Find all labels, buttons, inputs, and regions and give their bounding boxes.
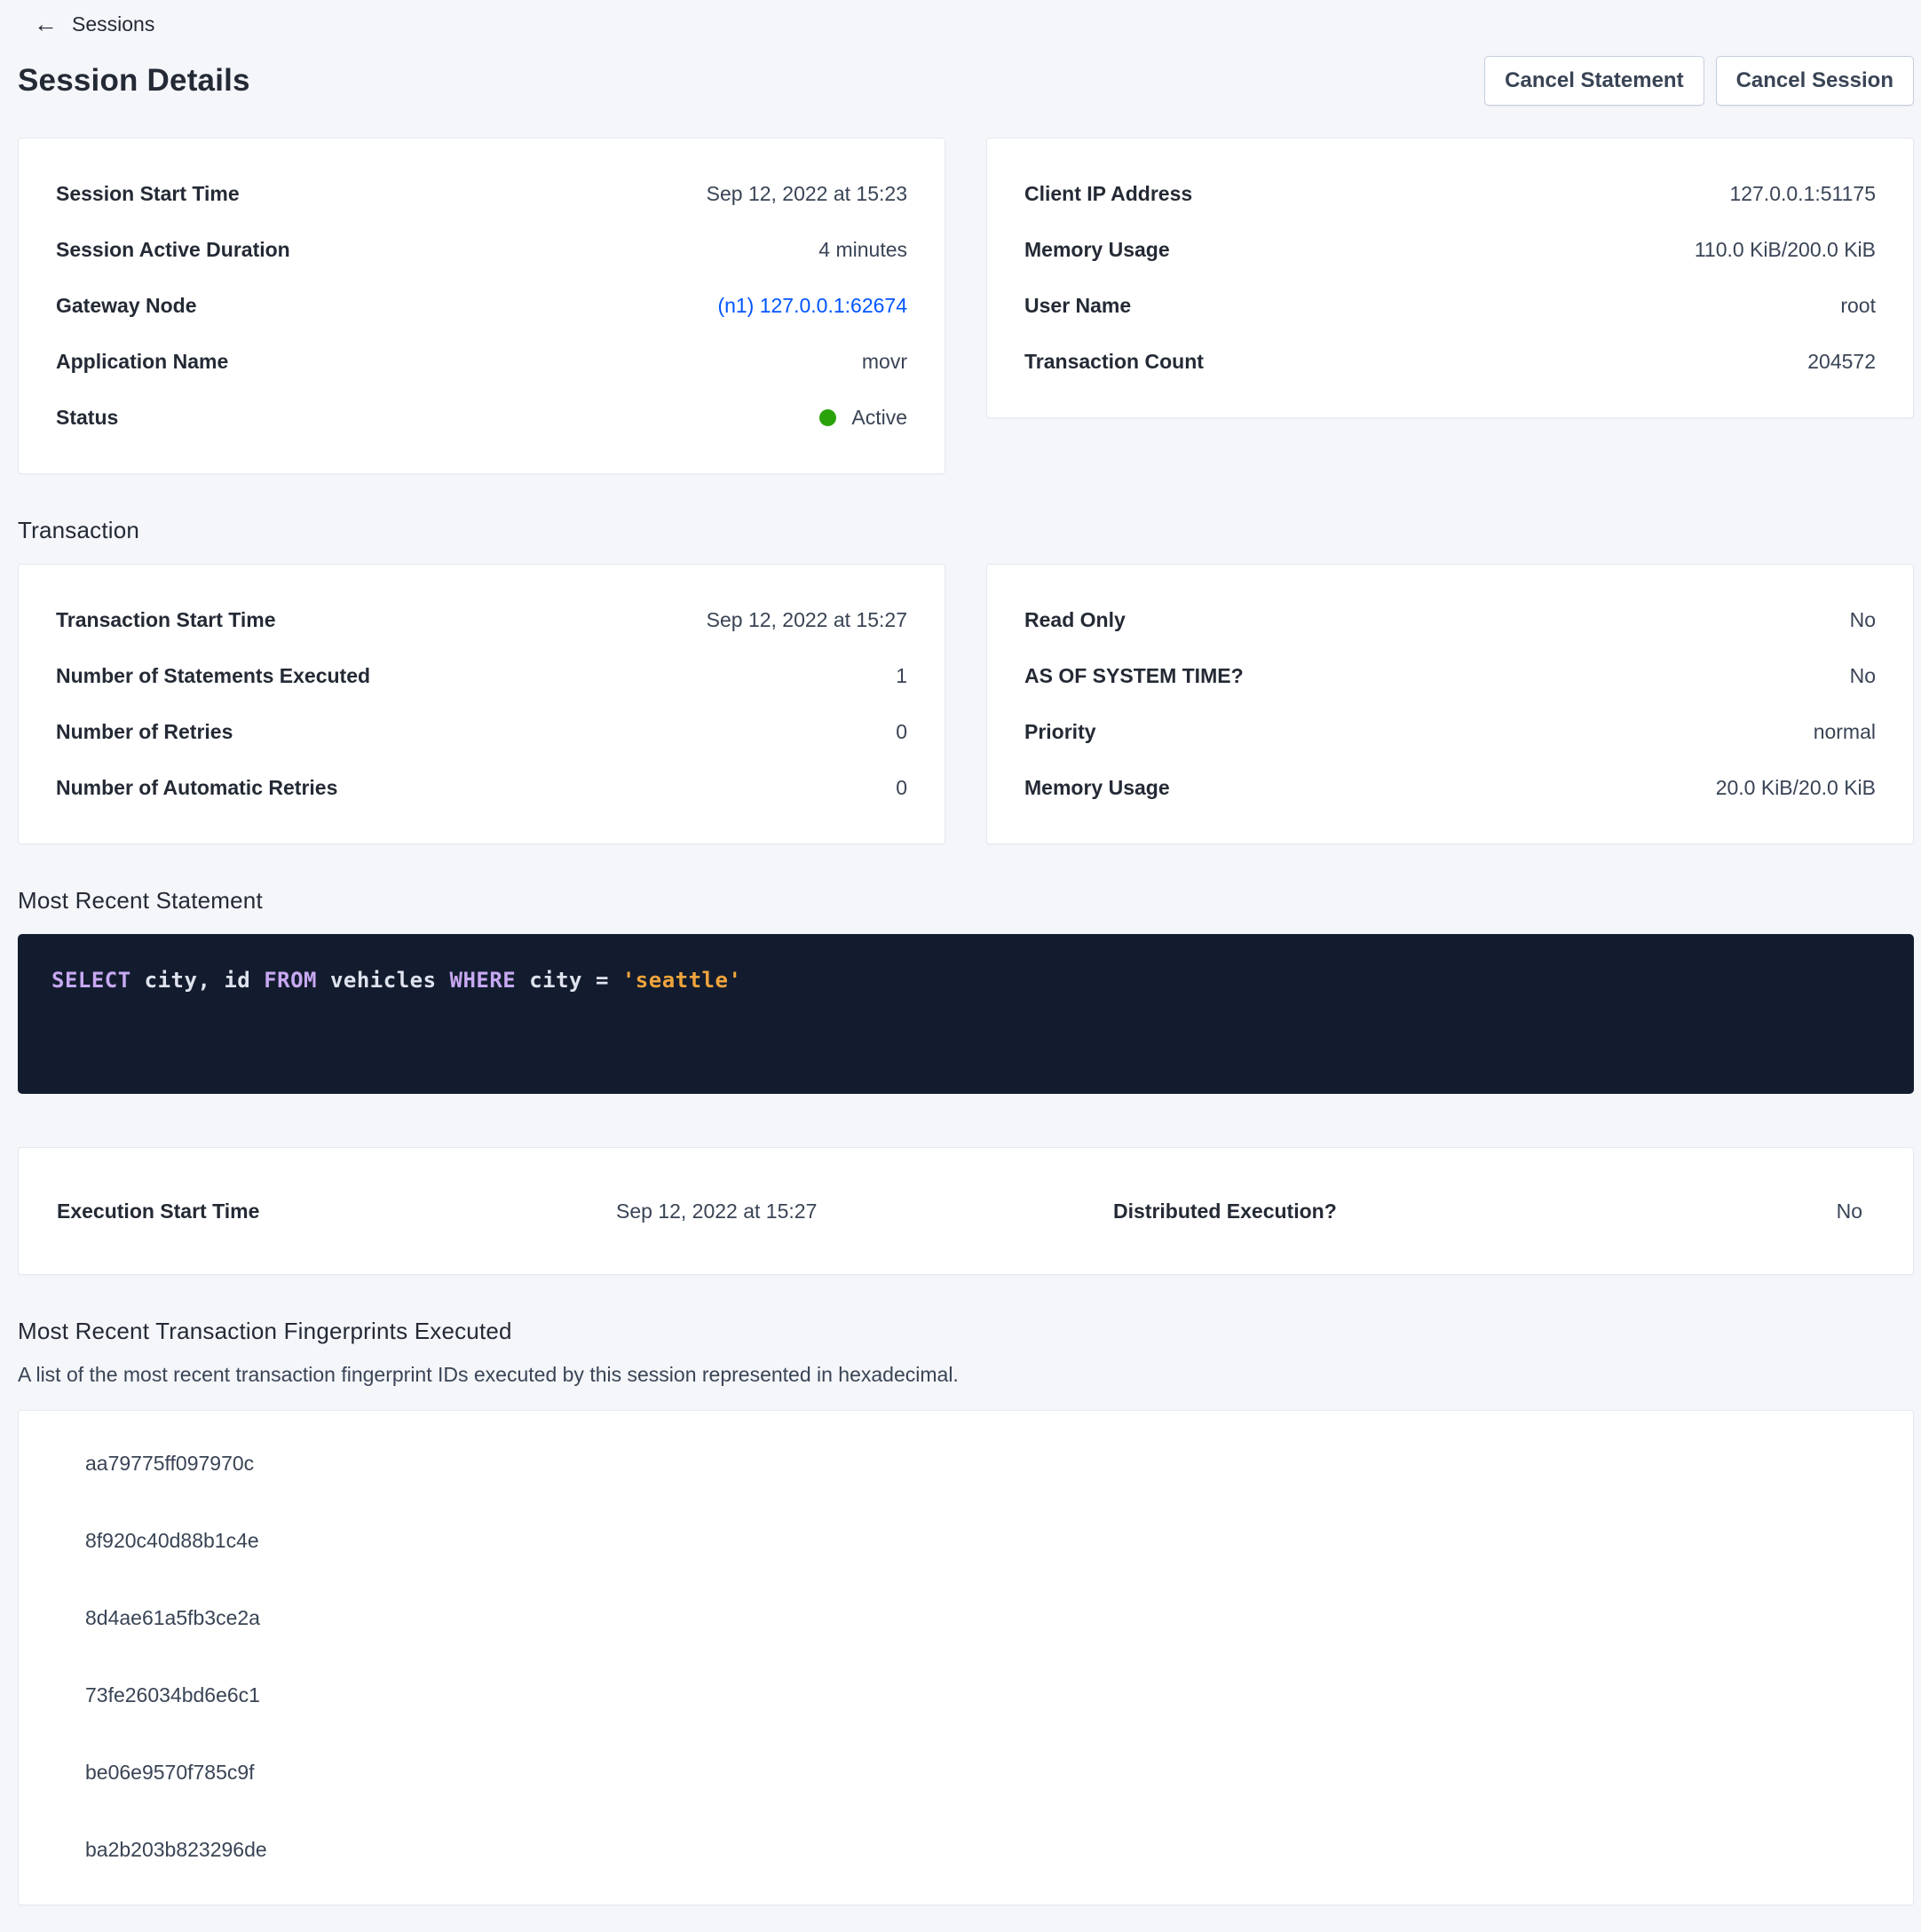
row-value: No [1850,608,1876,632]
fingerprint-list-item: 73fe26034bd6e6c1 [19,1657,1913,1734]
row-value: movr [862,350,907,374]
cancel-statement-button[interactable]: Cancel Statement [1484,56,1704,106]
sql-statement-box: SELECT city, id FROM vehicles WHERE city… [18,934,1914,1094]
row-statements-executed: Number of Statements Executed 1 [56,648,907,704]
row-label: Session Start Time [56,182,240,206]
row-label: Session Active Duration [56,238,290,262]
row-value: Sep 12, 2022 at 15:27 [707,608,907,632]
header-actions: Cancel Statement Cancel Session [1484,56,1914,106]
transaction-card-left: Transaction Start Time Sep 12, 2022 at 1… [18,564,945,844]
status-badge: Active [819,406,907,430]
sql-keyword: WHERE [450,968,517,993]
fingerprint-list-item: be06e9570f785c9f [19,1734,1913,1811]
status-label: Active [851,406,907,430]
fingerprints-list-card: aa79775ff097970c 8f920c40d88b1c4e 8d4ae6… [18,1410,1914,1905]
sql-text: vehicles [330,968,437,993]
row-gateway-node: Gateway Node (n1) 127.0.0.1:62674 [56,278,907,334]
most-recent-statement-heading: Most Recent Statement [18,887,1914,915]
row-label: User Name [1024,294,1131,318]
sql-statement-code: SELECT city, id FROM vehicles WHERE city… [51,968,1880,993]
row-label: Transaction Count [1024,350,1204,374]
row-label: Memory Usage [1024,776,1170,800]
session-info-card-right: Client IP Address 127.0.0.1:51175 Memory… [986,138,1914,418]
sql-keyword: FROM [264,968,317,993]
row-as-of-system-time: AS OF SYSTEM TIME? No [1024,648,1876,704]
row-application-name: Application Name movr [56,334,907,390]
row-value: 20.0 KiB/20.0 KiB [1716,776,1876,800]
row-value: normal [1814,720,1876,744]
fingerprint-list-item: 8d4ae61a5fb3ce2a [19,1580,1913,1657]
row-number-of-retries: Number of Retries 0 [56,704,907,760]
cancel-session-button[interactable]: Cancel Session [1716,56,1914,106]
fingerprint-list-item: aa79775ff097970c [19,1425,1913,1502]
row-label: Memory Usage [1024,238,1170,262]
breadcrumb-back-sessions[interactable]: ← Sessions [18,7,154,36]
row-label: Number of Retries [56,720,233,744]
sql-string-literal: 'seattle' [622,968,742,993]
row-value: 1 [896,664,907,688]
session-details-page: ← Sessions Session Details Cancel Statem… [0,0,1921,1905]
row-memory-usage: Memory Usage 110.0 KiB/200.0 KiB [1024,222,1876,278]
row-user-name: User Name root [1024,278,1876,334]
transaction-card-right: Read Only No AS OF SYSTEM TIME? No Prior… [986,564,1914,844]
row-txn-memory-usage: Memory Usage 20.0 KiB/20.0 KiB [1024,760,1876,816]
row-label: AS OF SYSTEM TIME? [1024,664,1244,688]
row-priority: Priority normal [1024,704,1876,760]
fingerprints-section-heading: Most Recent Transaction Fingerprints Exe… [18,1318,1914,1345]
distributed-execution-label: Distributed Execution? [1113,1200,1681,1223]
gateway-node-link[interactable]: (n1) 127.0.0.1:62674 [717,294,907,318]
row-value: 110.0 KiB/200.0 KiB [1695,238,1876,262]
row-value: No [1850,664,1876,688]
row-value: 127.0.0.1:51175 [1729,182,1876,206]
fingerprint-list-item: 8f920c40d88b1c4e [19,1502,1913,1580]
row-automatic-retries: Number of Automatic Retries 0 [56,760,907,816]
row-value: 0 [896,776,907,800]
row-label: Gateway Node [56,294,197,318]
row-label: Number of Automatic Retries [56,776,337,800]
execution-info-card: Execution Start Time Sep 12, 2022 at 15:… [18,1147,1914,1275]
row-label: Status [56,406,118,430]
row-transaction-start-time: Transaction Start Time Sep 12, 2022 at 1… [56,592,907,648]
breadcrumb-label: Sessions [72,12,154,36]
row-session-start-time: Session Start Time Sep 12, 2022 at 15:23 [56,166,907,222]
row-client-ip: Client IP Address 127.0.0.1:51175 [1024,166,1876,222]
row-session-active-duration: Session Active Duration 4 minutes [56,222,907,278]
row-value: 204572 [1807,350,1876,374]
session-info-card-left: Session Start Time Sep 12, 2022 at 15:23… [18,138,945,474]
row-label: Read Only [1024,608,1126,632]
execution-start-time-label: Execution Start Time [57,1200,616,1223]
sql-text: city, id [145,968,251,993]
status-active-dot-icon [819,409,836,426]
row-value: root [1840,294,1876,318]
row-label: Client IP Address [1024,182,1192,206]
execution-start-time-value: Sep 12, 2022 at 15:27 [616,1200,1113,1223]
transaction-section-heading: Transaction [18,517,1914,544]
fingerprint-list-item: ba2b203b823296de [19,1811,1913,1888]
row-value: 4 minutes [818,238,907,262]
row-label: Transaction Start Time [56,608,276,632]
distributed-execution-value: No [1681,1200,1862,1223]
row-status: Status Active [56,390,907,446]
arrow-left-icon: ← [34,12,58,36]
row-read-only: Read Only No [1024,592,1876,648]
fingerprints-description: A list of the most recent transaction fi… [18,1363,1914,1387]
page-title: Session Details [18,63,250,99]
row-label: Priority [1024,720,1096,744]
row-transaction-count: Transaction Count 204572 [1024,334,1876,390]
sql-keyword: SELECT [51,968,131,993]
row-label: Application Name [56,350,228,374]
row-value: 0 [896,720,907,744]
sql-text: city = [529,968,609,993]
row-label: Number of Statements Executed [56,664,370,688]
row-value: Sep 12, 2022 at 15:23 [707,182,907,206]
